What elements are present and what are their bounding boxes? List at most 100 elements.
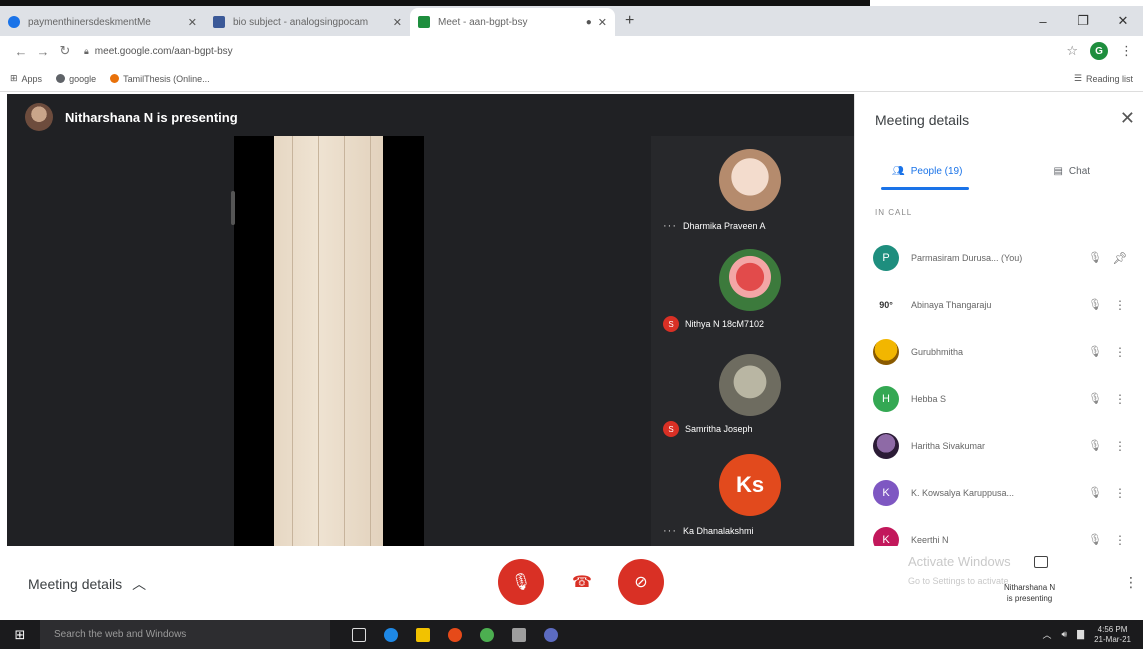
person-name: Hebba S (911, 393, 947, 404)
more-options-icon[interactable]: ··· (663, 525, 677, 537)
more-options-icon[interactable]: ··· (663, 220, 677, 232)
taskbar-search[interactable]: Search the web and Windows (40, 620, 330, 649)
close-icon[interactable]: ✕ (393, 16, 402, 29)
camera-toggle-button[interactable]: ⊘ (618, 559, 664, 605)
more-options-icon[interactable]: ⋮ (1110, 533, 1130, 547)
teams-icon[interactable] (544, 627, 558, 642)
more-options-icon[interactable]: ⋮ (1110, 439, 1130, 453)
bookmarks-bar: ⊞ Apps google TamilThesis (Online... ☰ R… (0, 66, 1143, 92)
person-name: Abinaya Thangaraju (911, 299, 992, 310)
camera-off-icon: ⊘ (634, 574, 648, 591)
bookmark-label: google (69, 73, 97, 84)
person-name: Gurubhmitha (911, 346, 964, 357)
meet-stage: Nitharshana N is presenting ··· Dharmika… (7, 94, 854, 546)
windows-taskbar: ⊞ Search the web and Windows ︿ 🔊︎ ▇ 4:56… (0, 620, 1143, 649)
chevron-up-icon[interactable]: ︿ (1042, 628, 1051, 641)
mic-toggle-button[interactable]: 🎙︎ (498, 559, 544, 605)
participant-tile[interactable]: ··· Dharmika Praveen A (651, 141, 854, 236)
bookmark-tamilthesis[interactable]: TamilThesis (Online... (110, 74, 210, 84)
minimize-icon[interactable]: – (1023, 14, 1063, 29)
tab-title: paymenthinersdeskmentMe (28, 16, 151, 28)
pin-icon[interactable]: 📌︎ (1110, 251, 1130, 265)
recording-icon: ● (585, 16, 592, 28)
notification-icon[interactable]: ▇ (1077, 629, 1084, 640)
windows-start-icon[interactable]: ⊞ (0, 627, 40, 643)
paper-rule (370, 136, 371, 546)
meeting-details-button[interactable]: Meeting details ︿ (28, 574, 146, 594)
paper-rule (292, 136, 293, 546)
person-name: Keerthi N (911, 534, 949, 545)
chat-icon: ▤ (1053, 165, 1063, 177)
leave-call-button[interactable]: ☎︎ (560, 568, 604, 596)
bookmark-apps[interactable]: ⊞ Apps (10, 73, 42, 84)
mic-off-icon: 🎙︎ (1088, 487, 1102, 499)
bookmark-google[interactable]: google (56, 74, 96, 84)
more-options-icon[interactable]: ⋮ (1124, 574, 1138, 591)
clock-time: 4:56 PM (1097, 624, 1128, 634)
muted-icon: S (663, 421, 679, 437)
list-item[interactable]: H Hebba S 🎙︎ ⋮ (855, 375, 1143, 422)
activate-windows-subtext: Go to Settings to activate (908, 576, 1009, 586)
tab-favicon-icon (8, 16, 20, 28)
paper-rule (344, 136, 345, 546)
file-explorer-icon[interactable] (416, 627, 430, 642)
taskbar-clock[interactable]: 4:56 PM 21-Mar-21 (1094, 625, 1131, 645)
browser-tab-3[interactable]: Meet - aan-bgpt-bsy ● ✕ (410, 8, 615, 36)
reload-icon[interactable]: ↻ (54, 43, 76, 59)
participant-caption: ··· Ka Dhanalakshmi (663, 525, 754, 537)
presenting-indicator: Nitharshana N is presenting (1004, 582, 1055, 604)
clock-date: 21-Mar-21 (1094, 634, 1131, 644)
list-item[interactable]: 90° Abinaya Thangaraju 🎙︎ ⋮ (855, 281, 1143, 328)
more-options-icon[interactable]: ⋮ (1110, 486, 1130, 500)
reading-list[interactable]: ☰ Reading list (1074, 73, 1133, 84)
bookmark-star-icon[interactable]: ☆ (1066, 43, 1078, 59)
phone-hangup-icon: ☎︎ (572, 574, 592, 591)
app-icon[interactable] (512, 627, 526, 642)
maximize-icon[interactable]: ❐ (1063, 13, 1103, 29)
browser-menu-icon[interactable]: ⋮ (1120, 43, 1133, 59)
participant-tile[interactable]: S Samritha Joseph (651, 346, 854, 441)
in-call-heading: IN CALL (875, 208, 913, 217)
more-options-icon[interactable]: ⋮ (1110, 392, 1130, 406)
back-icon[interactable]: ← (10, 44, 32, 59)
muted-icon: S (663, 316, 679, 332)
new-tab-icon[interactable]: + (615, 12, 644, 36)
browser-tab-2[interactable]: bio subject - analogsingpocam ✕ (205, 8, 410, 36)
list-item[interactable]: Gurubhmitha 🎙︎ ⋮ (855, 328, 1143, 375)
list-item[interactable]: Haritha Sivakumar 🎙︎ ⋮ (855, 422, 1143, 469)
tab-chat[interactable]: ▤ Chat (1000, 156, 1143, 186)
panel-tabs: 👥︎ People (19) ▤ Chat (855, 156, 1143, 186)
participant-tile[interactable]: Ks ··· Ka Dhanalakshmi (651, 446, 854, 541)
avatar (873, 432, 899, 459)
chrome-icon[interactable] (480, 627, 494, 642)
profile-avatar[interactable]: G (1090, 42, 1108, 60)
participant-avatar (719, 249, 781, 311)
volume-icon[interactable]: 🔊︎ (1062, 629, 1068, 640)
close-icon[interactable]: ✕ (1120, 108, 1135, 129)
paper-rule (318, 136, 319, 546)
task-view-icon[interactable] (352, 627, 366, 642)
tab-people[interactable]: 👥︎ People (19) (855, 156, 1000, 186)
presenter-avatar (25, 103, 53, 131)
url-field[interactable]: 🔒︎ meet.google.com/aan-bgpt-bsy (84, 40, 1066, 62)
mic-off-icon: 🎙︎ (1088, 440, 1102, 452)
more-options-icon[interactable]: ⋮ (1110, 345, 1130, 359)
more-options-icon[interactable]: ⋮ (1110, 298, 1130, 312)
close-icon[interactable]: ✕ (598, 16, 607, 29)
avatar: K (873, 479, 899, 506)
close-icon[interactable]: ✕ (188, 16, 197, 29)
edge-icon[interactable] (384, 627, 398, 642)
browser-tab-bar: paymenthinersdeskmentMe ✕ bio subject - … (0, 6, 1143, 36)
panel-title: Meeting details (875, 112, 970, 128)
close-window-icon[interactable]: ✕ (1103, 13, 1143, 29)
firefox-icon[interactable] (448, 627, 462, 642)
participant-tile[interactable]: S Nithya N 18cM7102 (651, 241, 854, 336)
list-item[interactable]: P Parmasiram Durusa... (You) 🎙︎ 📌︎ (855, 234, 1143, 281)
list-item[interactable]: K K. Kowsalya Karuppusa... 🎙︎ ⋮ (855, 469, 1143, 516)
participant-avatar (719, 149, 781, 211)
mic-off-icon: 🎙︎ (1088, 252, 1102, 264)
browser-tab-1[interactable]: paymenthinersdeskmentMe ✕ (0, 8, 205, 36)
tab-favicon-icon (213, 16, 225, 28)
forward-icon[interactable]: → (32, 44, 54, 59)
present-screen-icon[interactable] (1034, 556, 1048, 568)
